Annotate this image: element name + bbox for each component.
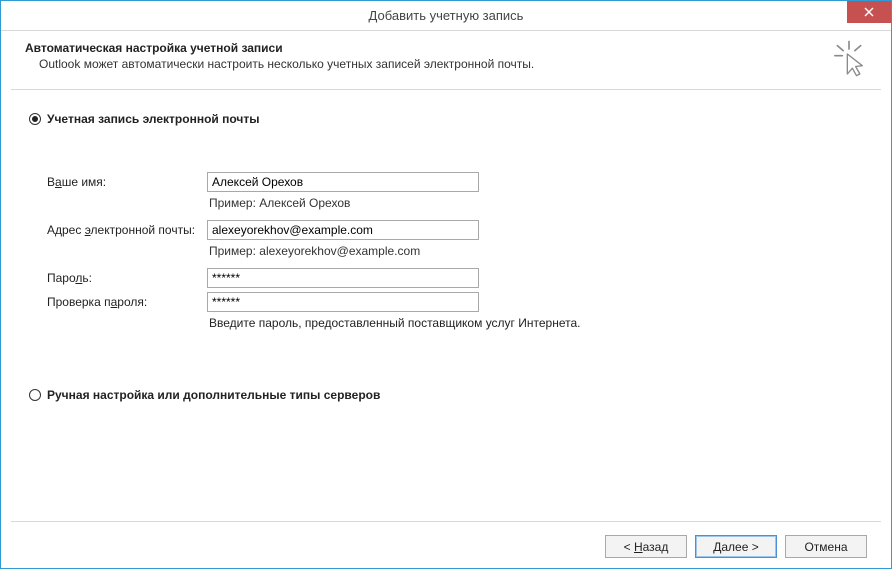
email-input[interactable] (207, 220, 479, 240)
email-example-row: Пример: alexeyorekhov@example.com (47, 244, 863, 258)
password-input[interactable] (207, 268, 479, 288)
window-title: Добавить учетную запись (369, 8, 524, 23)
add-account-window: Добавить учетную запись Автоматическая н… (0, 0, 892, 569)
wizard-header-title: Автоматическая настройка учетной записи (25, 41, 869, 55)
form-area: Учетная запись электронной почты Ваше им… (11, 90, 881, 521)
confirm-password-row: Проверка пароля: (47, 292, 863, 312)
wizard-header: Автоматическая настройка учетной записи … (11, 31, 881, 90)
password-hint: Введите пароль, предоставленный поставщи… (207, 316, 581, 330)
confirm-password-input[interactable] (207, 292, 479, 312)
email-example: Пример: alexeyorekhov@example.com (207, 244, 420, 258)
name-example-row: Пример: Алексей Орехов (47, 196, 863, 210)
back-button[interactable]: < Назад (605, 535, 687, 558)
radio-icon (29, 113, 41, 125)
cancel-button[interactable]: Отмена (785, 535, 867, 558)
titlebar: Добавить учетную запись (1, 1, 891, 31)
name-row: Ваше имя: (47, 172, 863, 192)
name-example: Пример: Алексей Орехов (207, 196, 350, 210)
radio-email-account[interactable]: Учетная запись электронной почты (29, 112, 863, 126)
close-button[interactable] (847, 1, 891, 23)
cursor-click-icon (829, 39, 869, 79)
password-hint-row: Введите пароль, предоставленный поставщи… (47, 316, 863, 330)
name-label: Ваше имя: (47, 175, 207, 189)
email-label: Адрес электронной почты: (47, 223, 207, 237)
name-input[interactable] (207, 172, 479, 192)
password-row: Пароль: (47, 268, 863, 288)
radio-icon (29, 389, 41, 401)
radio-manual-setup-label: Ручная настройка или дополнительные типы… (47, 388, 380, 402)
email-row: Адрес электронной почты: (47, 220, 863, 240)
radio-manual-setup[interactable]: Ручная настройка или дополнительные типы… (29, 388, 863, 402)
next-button[interactable]: Далее > (695, 535, 777, 558)
radio-email-account-label: Учетная запись электронной почты (47, 112, 260, 126)
content-area: Автоматическая настройка учетной записи … (1, 31, 891, 568)
close-icon (864, 7, 874, 17)
confirm-password-label: Проверка пароля: (47, 295, 207, 309)
fields-group: Ваше имя: Пример: Алексей Орехов Адрес э… (29, 172, 863, 330)
password-label: Пароль: (47, 271, 207, 285)
wizard-header-subtitle: Outlook может автоматически настроить не… (25, 57, 869, 71)
wizard-footer: < Назад Далее > Отмена (11, 521, 881, 558)
